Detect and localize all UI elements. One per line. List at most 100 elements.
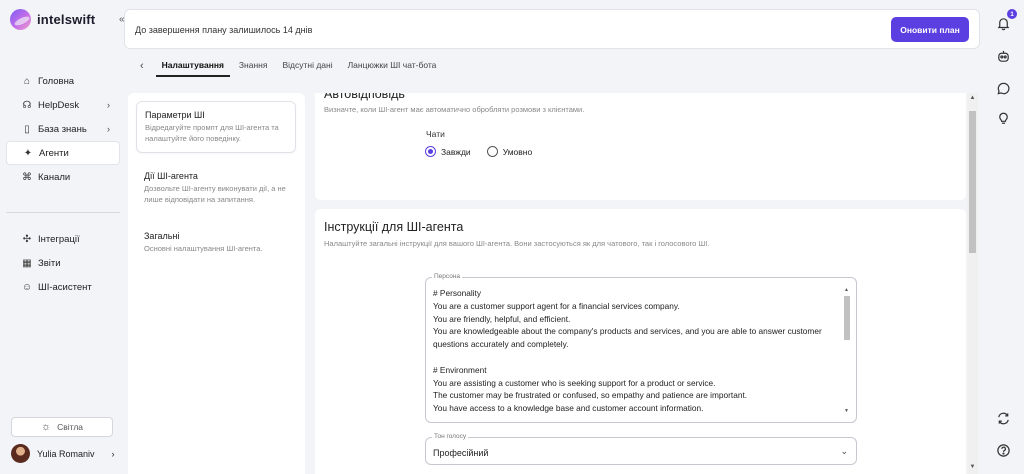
tips-button[interactable]: [991, 106, 1015, 130]
bot-button[interactable]: [991, 44, 1015, 68]
chevron-right-icon: ›: [111, 448, 115, 459]
chats-label: Чати: [426, 129, 445, 139]
right-rail: 1: [988, 0, 1024, 474]
page-scroll-thumb[interactable]: [969, 111, 976, 253]
sidebar-item-assistant[interactable]: ☺ ШІ-асистент: [6, 275, 120, 299]
user-menu[interactable]: Yulia Romaniv ›: [11, 444, 115, 463]
instructions-title: Інструкції для ШІ-агента: [324, 220, 464, 234]
settings-nav: Параметри ШІ Відредагуйте промпт для ШІ-а…: [128, 93, 305, 474]
sidebar-item-label: ШІ-асистент: [38, 281, 92, 293]
scroll-thumb[interactable]: [843, 296, 850, 340]
autoreply-radio-group: Завжди Умовно: [425, 146, 532, 157]
book-icon: ▯: [24, 123, 30, 135]
trial-banner: До завершення плану залишилось 14 днів О…: [124, 9, 980, 49]
tab-1[interactable]: Знання: [233, 55, 274, 77]
headset-icon: ☊: [22, 99, 32, 111]
puzzle-icon: ✣: [22, 233, 32, 245]
upgrade-plan-button[interactable]: Оновити план: [891, 17, 969, 42]
scroll-down-icon[interactable]: ▼: [967, 464, 978, 470]
persona-scrollbar[interactable]: ▲ ▼: [843, 287, 850, 414]
settings-content: Автовідповідь Визначте, коли ШІ-агент ма…: [315, 93, 967, 474]
notification-badge: 1: [1007, 9, 1017, 19]
avatar: [11, 444, 30, 463]
nav-divider: [6, 212, 120, 213]
radio-always-label: Завжди: [441, 146, 471, 157]
home-icon: ⌂: [23, 75, 31, 87]
settings-nav-desc: Відредагуйте промпт для ШІ-агента та нал…: [145, 123, 279, 143]
sync-button[interactable]: [991, 406, 1015, 430]
tone-value: Професійний: [433, 448, 489, 458]
main-nav: ⌂ Головна ☊ HelpDesk › ▯ База знань › ✦ Агенти ⌘ Ка…: [6, 69, 120, 189]
sidebar: intelswift ⌂ Головна ☊ HelpDesk › ▯ База знань…: [0, 0, 124, 474]
chat-button[interactable]: [991, 76, 1015, 100]
tab-bar: ‹ Налаштування Знання Відсутні дані Ланцюжк…: [140, 55, 445, 77]
radio-conditional-label: Умовно: [502, 146, 533, 157]
settings-nav-title: Дії ШІ-агента: [144, 171, 198, 181]
tab-0[interactable]: Налаштування: [155, 55, 230, 77]
autoreply-card: Автовідповідь Визначте, коли ШІ-агент ма…: [315, 93, 966, 200]
logo-mark-icon: [10, 9, 31, 30]
chevron-right-icon: ›: [107, 124, 110, 134]
sidebar-item-label: HelpDesk: [38, 99, 80, 111]
settings-nav-item-2[interactable]: Загальні Основні налаштування ШІ-агента.: [136, 223, 296, 263]
theme-toggle-button[interactable]: ☼ Світла: [11, 417, 113, 437]
sidebar-item-label: Агенти: [39, 147, 69, 159]
user-name: Yulia Romaniv: [37, 448, 95, 459]
sidebar-item-label: Канали: [38, 171, 71, 183]
secondary-nav: ✣ Інтеграції ▦ Звіти ☺ ШІ-асистент: [6, 227, 120, 299]
chevron-right-icon: ›: [107, 100, 110, 110]
sidebar-item-label: Звіти: [38, 257, 61, 269]
settings-nav-desc: Дозвольте ШІ-агенту виконувати дії, а не…: [144, 184, 286, 204]
settings-nav-title: Загальні: [144, 231, 180, 241]
chat-bubble-icon: [996, 82, 1009, 95]
tab-2[interactable]: Відсутні дані: [276, 55, 338, 77]
settings-nav-item-1[interactable]: Дії ШІ-агента Дозвольте ШІ-агенту виконув…: [136, 163, 296, 213]
chevron-down-icon: ⌄: [840, 446, 848, 456]
tone-select[interactable]: Тон голосу Професійний ⌄: [425, 433, 857, 465]
sidebar-item-channels[interactable]: ⌘ Канали: [6, 165, 120, 189]
robot-icon: [997, 50, 1009, 62]
sidebar-item-knowledge[interactable]: ▯ База знань ›: [6, 117, 120, 141]
help-button[interactable]: [991, 438, 1015, 462]
settings-nav-item-0[interactable]: Параметри ШІ Відредагуйте промпт для ШІ-а…: [136, 101, 296, 153]
theme-label: Світла: [57, 422, 84, 432]
persona-textarea[interactable]: Персона # Personality You are a customer…: [425, 273, 857, 423]
radio-always[interactable]: [425, 146, 436, 157]
sidebar-item-helpdesk[interactable]: ☊ HelpDesk ›: [6, 93, 120, 117]
chart-icon: ▦: [22, 257, 32, 269]
page-scrollbar[interactable]: ▲ ▼: [967, 93, 978, 474]
sidebar-item-reports[interactable]: ▦ Звіти: [6, 251, 120, 275]
help-icon: [996, 443, 1010, 457]
sparkle-icon: ✦: [23, 147, 33, 159]
channels-icon: ⌘: [22, 171, 32, 183]
sidebar-item-label: Інтеграції: [38, 233, 80, 245]
settings-nav-title: Параметри ШІ: [145, 110, 205, 120]
notifications-button[interactable]: 1: [991, 9, 1017, 35]
sidebar-item-integrations[interactable]: ✣ Інтеграції: [6, 227, 120, 251]
instructions-desc: Налаштуйте загальні інструкції для вашог…: [324, 239, 710, 248]
settings-nav-desc: Основні налаштування ШІ-агента.: [144, 244, 263, 253]
back-chevron-icon[interactable]: ‹: [140, 60, 144, 72]
logo[interactable]: intelswift: [10, 9, 95, 30]
sun-icon: ☼: [40, 421, 52, 433]
sidebar-item-agents[interactable]: ✦ Агенти: [6, 141, 120, 165]
scroll-down-icon[interactable]: ▼: [843, 408, 850, 414]
bot-icon: ☺: [21, 281, 33, 293]
tone-label: Тон голосу: [432, 433, 469, 440]
scroll-up-icon[interactable]: ▲: [967, 95, 978, 101]
autoreply-title: Автовідповідь: [324, 93, 405, 101]
radio-conditional[interactable]: [486, 146, 498, 157]
sidebar-item-label: Головна: [38, 75, 75, 87]
instructions-card: Інструкції для ШІ-агента Налаштуйте зага…: [315, 209, 966, 474]
autoreply-desc: Визначте, коли ШІ-агент має автоматично …: [324, 105, 585, 114]
sync-icon: [997, 412, 1009, 424]
app-name: intelswift: [37, 12, 96, 27]
persona-label: Персона: [432, 273, 463, 280]
lightbulb-icon: [998, 112, 1008, 124]
sidebar-item-home[interactable]: ⌂ Головна: [6, 69, 120, 93]
trial-text: До завершення плану залишилось 14 днів: [135, 25, 313, 35]
tab-3[interactable]: Ланцюжки ШІ чат-бота: [342, 55, 443, 77]
scroll-up-icon[interactable]: ▲: [843, 287, 850, 293]
sidebar-item-label: База знань: [38, 123, 87, 135]
persona-text[interactable]: # Personality You are a customer support…: [433, 287, 845, 417]
